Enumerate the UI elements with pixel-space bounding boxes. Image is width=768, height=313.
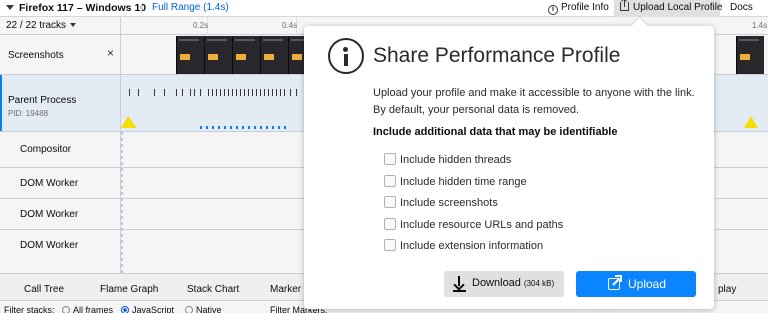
- tracks-count-button[interactable]: 22 / 22 tracks: [6, 20, 77, 31]
- tab-flame-graph[interactable]: Flame Graph: [100, 284, 158, 295]
- screenshot-thumbnail: [736, 36, 764, 74]
- time-tick: 0.2s: [193, 21, 209, 30]
- track-label: DOM Worker: [20, 240, 79, 251]
- track-label: Compositor: [20, 144, 72, 155]
- upload-local-profile-label: Upload Local Profile: [633, 2, 723, 13]
- download-button[interactable]: Download (304 kB): [444, 271, 564, 297]
- top-bar: Firefox 117 – Windows 10 Full Range (1.4…: [0, 0, 768, 17]
- checkbox-label: Include hidden time range: [400, 176, 527, 188]
- include-resource-urls-checkbox[interactable]: Include resource URLs and paths: [384, 218, 563, 232]
- panel-description: Upload your profile and make it accessib…: [373, 87, 695, 116]
- include-hidden-time-range-checkbox[interactable]: Include hidden time range: [384, 175, 527, 189]
- download-icon-base: [453, 290, 466, 292]
- include-extension-info-checkbox[interactable]: Include extension information: [384, 239, 543, 253]
- dropdown-triangle-icon: [6, 5, 14, 10]
- marker-ticks: [124, 89, 310, 97]
- activity-graph: [200, 126, 290, 129]
- checkbox-icon[interactable]: [384, 196, 396, 208]
- track-label: DOM Worker: [20, 178, 79, 189]
- checkbox-icon[interactable]: [384, 218, 396, 230]
- radio-label: JavaScript: [132, 305, 175, 313]
- track-label-divider: [120, 17, 121, 273]
- tab-network[interactable]: play: [718, 284, 736, 295]
- checkbox-label: Include screenshots: [400, 197, 498, 209]
- share-profile-panel: Share Performance Profile Upload your pr…: [304, 26, 714, 309]
- radio-label: All frames: [73, 305, 114, 313]
- section-heading: Include additional data that may be iden…: [373, 126, 618, 138]
- info-circle-icon: [328, 38, 364, 74]
- track-label-area: Parent Process PID: 19488: [0, 75, 120, 131]
- download-label: Download: [472, 277, 521, 289]
- radio-label: Native: [196, 305, 222, 313]
- upload-label: Upload: [628, 277, 667, 291]
- checkbox-label: Include hidden threads: [400, 154, 512, 166]
- profile-title-label: Firefox 117 – Windows 10: [19, 2, 147, 14]
- radio-native[interactable]: Native: [185, 305, 222, 313]
- checkbox-label: Include resource URLs and paths: [400, 219, 564, 231]
- upload-icon: [620, 0, 629, 11]
- track-label: Screenshots: [8, 50, 64, 61]
- screenshot-thumbnail: [176, 36, 204, 74]
- time-tick: 0.4s: [282, 21, 298, 30]
- radio-icon: [185, 306, 193, 313]
- screenshot-thumbnail: [204, 36, 232, 74]
- track-label: Parent Process: [8, 95, 77, 106]
- share-icon: [608, 275, 622, 290]
- track-label: DOM Worker: [20, 209, 79, 220]
- tab-stack-chart[interactable]: Stack Chart: [187, 284, 239, 295]
- screenshot-thumbnail: [260, 36, 288, 74]
- radio-selected-icon: [121, 306, 129, 313]
- profile-title[interactable]: Firefox 117 – Windows 10: [6, 2, 146, 14]
- filter-stacks-label: Filter stacks:: [4, 305, 55, 313]
- checkbox-label: Include extension information: [400, 240, 544, 252]
- dropdown-triangle-icon: [70, 23, 77, 27]
- full-range-breadcrumb[interactable]: Full Range (1.4s): [152, 2, 229, 13]
- profile-info-button[interactable]: i Profile Info: [548, 0, 609, 17]
- upload-local-profile-button[interactable]: Upload Local Profile: [614, 0, 723, 17]
- checkbox-icon[interactable]: [384, 175, 396, 187]
- panel-title: Share Performance Profile: [373, 44, 621, 67]
- tracks-count-label: 22 / 22 tracks: [6, 20, 67, 31]
- download-icon: [453, 276, 465, 291]
- radio-icon: [62, 306, 70, 313]
- radio-javascript[interactable]: JavaScript: [121, 305, 174, 313]
- include-screenshots-checkbox[interactable]: Include screenshots: [384, 196, 498, 210]
- info-icon: i: [548, 5, 558, 15]
- upload-button[interactable]: Upload: [576, 271, 696, 297]
- radio-all-frames[interactable]: All frames: [62, 305, 113, 313]
- divider: [141, 3, 142, 14]
- track-label-area: Screenshots ×: [0, 35, 120, 74]
- tab-call-tree[interactable]: Call Tree: [24, 284, 64, 295]
- time-tick: 1.4s: [752, 21, 768, 30]
- checkbox-icon[interactable]: [384, 153, 396, 165]
- pid-label: PID: 19488: [8, 109, 49, 118]
- checkbox-icon[interactable]: [384, 239, 396, 251]
- download-size: (304 kB): [523, 279, 555, 288]
- include-hidden-threads-checkbox[interactable]: Include hidden threads: [384, 153, 511, 167]
- close-icon[interactable]: ×: [107, 47, 114, 59]
- screenshot-thumbnail: [232, 36, 260, 74]
- docs-link[interactable]: Docs: [730, 0, 753, 17]
- profile-info-label: Profile Info: [561, 2, 609, 13]
